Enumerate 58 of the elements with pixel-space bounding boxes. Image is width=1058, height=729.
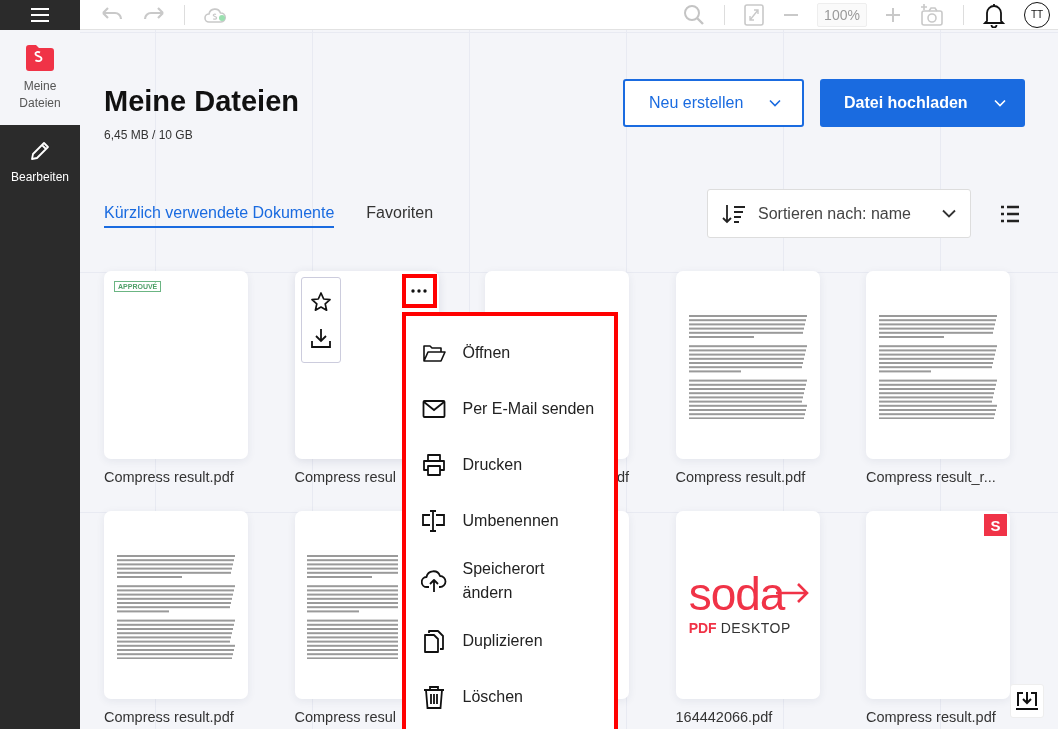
chevron-icon	[769, 99, 782, 107]
add-image-icon[interactable]	[919, 2, 945, 27]
file-card[interactable]	[675, 271, 820, 459]
pencil-icon	[28, 139, 52, 163]
tab[interactable]: Kürzlich verwendete Dokumente	[104, 199, 335, 228]
sidebar-item[interactable]: Meine Dateien	[0, 30, 80, 125]
app-badge: S	[984, 514, 1007, 536]
sort-dropdown[interactable]: Sortieren nach: name	[707, 189, 971, 238]
file-name: Compress result.pdf	[675, 469, 806, 485]
menu-icon[interactable]	[30, 7, 50, 23]
menu-item[interactable]: Drucken	[420, 437, 614, 493]
file-name: Compress resul	[294, 709, 397, 725]
menu-item[interactable]: Umbenennen	[420, 493, 614, 549]
logo-subtitle: DESKTOP	[720, 620, 791, 636]
file-name: df	[616, 469, 629, 485]
download-icon[interactable]	[309, 327, 332, 349]
file-card[interactable]: soda PDF DESKTOP	[675, 511, 820, 699]
chevron-icon	[942, 209, 956, 218]
menu-item[interactable]: Duplizieren	[420, 613, 614, 669]
file-name: Compress result.pdf	[866, 709, 996, 725]
sort-icon	[722, 202, 746, 225]
create-button[interactable]: Neu erstellen	[623, 79, 804, 127]
file-card[interactable]	[104, 511, 248, 699]
mail-icon	[420, 399, 447, 419]
download-to-device-icon	[1015, 690, 1039, 712]
file-card[interactable]: S	[866, 511, 1010, 699]
bell-icon[interactable]	[982, 1, 1006, 28]
star-icon[interactable]	[309, 291, 332, 313]
logo-wordmark: soda	[688, 574, 785, 614]
printer-icon	[420, 454, 447, 476]
menu-item[interactable]: Per E-Mail senden	[420, 381, 614, 437]
file-name: Compress result_r...	[866, 469, 996, 485]
fit-screen-icon[interactable]	[743, 2, 765, 27]
folder-icon	[24, 44, 56, 72]
zoom-in-icon[interactable]	[885, 6, 901, 23]
menu-item[interactable]: Speicherort ändern	[420, 549, 614, 613]
more-icon	[411, 289, 427, 293]
chevron-icon	[993, 99, 1006, 107]
file-name: 164442066.pdf	[675, 709, 773, 725]
sidebar-item[interactable]: Bearbeiten	[0, 125, 80, 199]
logo-subtitle: PDF	[688, 620, 717, 636]
tab[interactable]: Favoriten	[366, 199, 434, 228]
list-view-icon[interactable]	[1000, 204, 1020, 223]
file-card[interactable]	[866, 271, 1010, 459]
upload-button[interactable]: Datei hochladen	[820, 79, 1025, 127]
folder-icon	[420, 342, 447, 364]
cloud-upload-icon	[420, 569, 447, 593]
more-button[interactable]	[401, 274, 437, 308]
file-name: Compress result.pdf	[104, 469, 234, 485]
rename-icon	[420, 510, 447, 532]
storage-usage: 6,45 MB / 10 GB	[104, 128, 194, 142]
menu-item[interactable]: Löschen	[420, 669, 614, 725]
menu-item[interactable]: Öffnen	[420, 325, 614, 381]
file-name: Compress resul	[294, 469, 397, 485]
page-title: Meine Dateien	[104, 84, 300, 119]
file-name: Compress result.pdf	[104, 709, 234, 725]
search-icon[interactable]	[682, 2, 706, 27]
download-button[interactable]	[1010, 684, 1044, 718]
